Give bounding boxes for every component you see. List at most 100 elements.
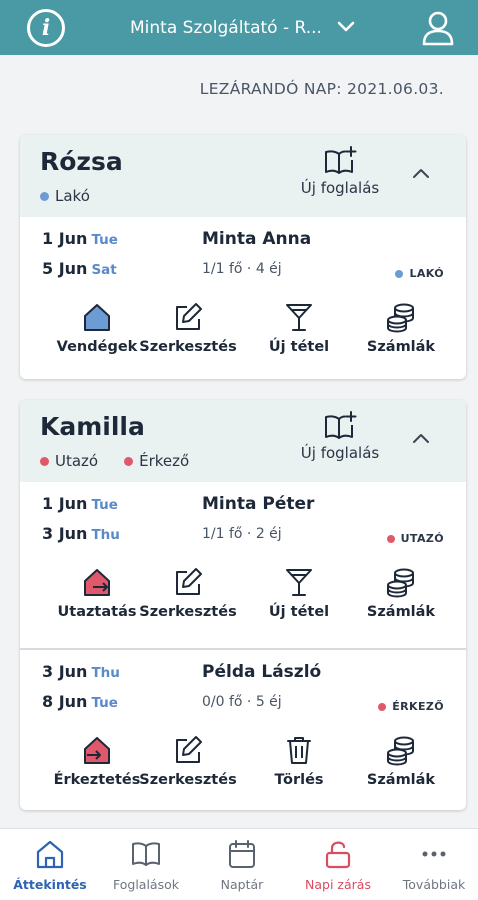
status-badge: ÉRKEZŐ	[378, 700, 444, 713]
booking-actions: Vendégek Szerkesztés Új tétel Számlák	[20, 301, 466, 371]
cocktail-icon	[286, 569, 312, 596]
room-status: Utazó	[40, 452, 98, 470]
room-status: Érkező	[124, 452, 189, 470]
new-item-button[interactable]: Új tétel	[244, 301, 354, 355]
book-plus-icon	[325, 411, 357, 439]
checkin-house-icon	[84, 737, 110, 764]
provider-selector[interactable]: Minta Szolgáltató - R...	[130, 0, 322, 55]
room-header: Rózsa Lakó Új foglalás	[20, 135, 466, 217]
edit-icon	[176, 303, 202, 330]
booking-row[interactable]: 3 Jun Thu 8 Jun Tue Példa László 0/0 fő · …	[20, 648, 466, 810]
new-booking-label: Új foglalás	[300, 444, 380, 462]
checkout-house-icon	[84, 569, 110, 596]
start-date: 1 Jun Tue	[42, 494, 118, 513]
action-label: Számlák	[366, 772, 436, 788]
nav-calendar[interactable]: Naptár	[194, 839, 290, 892]
edit-icon	[176, 568, 202, 595]
unlock-icon	[325, 841, 351, 869]
top-bar: i Minta Szolgáltató - R...	[0, 0, 478, 55]
chevron-down-icon[interactable]	[336, 17, 356, 37]
delete-button[interactable]: Törlés	[244, 734, 354, 788]
badge-dot	[378, 702, 387, 711]
action-label: Új tétel	[268, 604, 330, 620]
booking-actions: Utaztatás Szerkesztés Új tétel Számlák	[20, 566, 466, 636]
booking-row[interactable]: 1 Jun Tue 5 Jun Sat Minta Anna 1/1 fő · 4 …	[20, 217, 466, 379]
room-status-list: Utazó Érkező	[40, 452, 189, 470]
action-label: Számlák	[366, 604, 436, 620]
badge-dot	[386, 534, 395, 543]
invoices-button[interactable]: Számlák	[346, 301, 456, 355]
room-status: Lakó	[40, 187, 90, 205]
calendar-icon	[229, 840, 255, 868]
house-icon	[84, 304, 110, 331]
new-item-button[interactable]: Új tétel	[244, 566, 354, 620]
user-icon[interactable]	[421, 10, 455, 46]
room-card-kamilla: Kamilla Utazó Érkező Új foglalás 1 Jun T…	[20, 400, 466, 810]
booking-row[interactable]: 1 Jun Tue 3 Jun Thu Minta Péter 1/1 fő · 2…	[20, 482, 466, 648]
room-card-rozsa: Rózsa Lakó Új foglalás 1 Jun Tue 5 Jun S…	[20, 135, 466, 379]
action-label: Szerkesztés	[139, 772, 237, 788]
chevron-up-icon[interactable]	[410, 428, 432, 450]
invoices-button[interactable]: Számlák	[346, 566, 456, 620]
guest-info: 0/0 fő · 5 éj	[202, 694, 282, 710]
nav-daily-close[interactable]: Napi zárás	[290, 839, 386, 892]
action-label: Számlák	[366, 339, 436, 355]
coins-icon	[387, 303, 414, 333]
room-status-list: Lakó	[40, 187, 90, 205]
edit-button[interactable]: Szerkesztés	[133, 301, 243, 355]
nav-label: Áttekintés	[13, 877, 87, 892]
action-label: Új tétel	[268, 339, 330, 355]
trash-icon	[287, 737, 311, 764]
guest-name[interactable]: Minta Anna	[202, 229, 311, 249]
guest-name[interactable]: Példa László	[202, 662, 321, 682]
start-date: 3 Jun Thu	[42, 662, 120, 681]
guest-name[interactable]: Minta Péter	[202, 494, 314, 514]
chevron-up-icon[interactable]	[410, 163, 432, 185]
end-date: 8 Jun Tue	[42, 692, 118, 711]
booking-actions: Érkeztetés Szerkesztés Törlés Számlák	[20, 734, 466, 804]
edit-button[interactable]: Szerkesztés	[133, 566, 243, 620]
coins-icon	[387, 736, 414, 766]
guest-info: 1/1 fő · 4 éj	[202, 261, 282, 277]
room-header: Kamilla Utazó Érkező Új foglalás	[20, 400, 466, 482]
new-booking-button[interactable]: Új foglalás	[280, 145, 400, 197]
action-label: Szerkesztés	[139, 339, 237, 355]
status-badge: LAKÓ	[395, 267, 444, 280]
status-label: Lakó	[55, 187, 90, 205]
status-label: Utazó	[55, 452, 99, 470]
home-icon	[36, 840, 64, 869]
guest-info: 1/1 fő · 2 éj	[202, 526, 282, 542]
edit-button[interactable]: Szerkesztés	[133, 734, 243, 788]
start-date: 1 Jun Tue	[42, 229, 118, 248]
nav-label: Naptár	[220, 877, 264, 892]
provider-name: Minta Szolgáltató - R...	[130, 17, 322, 38]
nav-label: Továbbiak	[402, 877, 466, 892]
bottom-navigation: Áttekintés Foglalások Naptár Napi zárás …	[0, 828, 478, 900]
nav-more[interactable]: Továbbiak	[386, 839, 478, 892]
more-icon	[422, 851, 446, 857]
nav-bookings[interactable]: Foglalások	[98, 839, 194, 892]
status-label: Érkező	[139, 452, 190, 470]
cocktail-icon	[286, 304, 312, 331]
nav-overview[interactable]: Áttekintés	[2, 839, 98, 892]
room-name: Kamilla	[40, 412, 145, 441]
book-plus-icon	[325, 146, 357, 174]
status-dot	[40, 456, 49, 466]
room-name: Rózsa	[40, 147, 123, 176]
new-booking-label: Új foglalás	[300, 179, 380, 197]
action-label: Szerkesztés	[139, 604, 237, 620]
status-dot	[40, 191, 49, 201]
status-dot	[124, 456, 134, 466]
coins-icon	[387, 568, 414, 598]
closing-day-label: LEZÁRANDÓ NAP: 2021.06.03.	[199, 80, 444, 98]
invoices-button[interactable]: Számlák	[346, 734, 456, 788]
info-icon[interactable]: i	[27, 9, 65, 47]
action-label: Törlés	[274, 772, 324, 788]
nav-label: Napi zárás	[305, 877, 371, 892]
badge-dot	[395, 269, 404, 278]
new-booking-button[interactable]: Új foglalás	[280, 410, 400, 462]
nav-label: Foglalások	[113, 877, 179, 892]
edit-icon	[176, 736, 202, 763]
status-badge: UTAZÓ	[386, 532, 444, 545]
book-icon	[132, 842, 160, 866]
